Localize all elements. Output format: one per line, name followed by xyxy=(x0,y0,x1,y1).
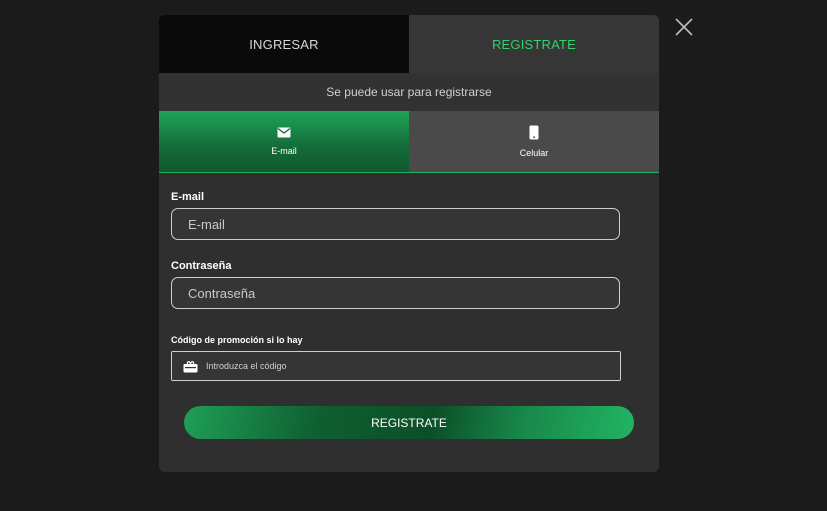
envelope-icon xyxy=(277,127,291,138)
method-email-label: E-mail xyxy=(271,146,297,156)
method-phone-tab[interactable]: Celular xyxy=(409,111,659,172)
tab-login[interactable]: INGRESAR xyxy=(159,15,409,73)
smartphone-icon xyxy=(529,125,539,140)
close-icon[interactable] xyxy=(672,15,696,39)
auth-tabs: INGRESAR REGISTRATE xyxy=(159,15,659,73)
password-input[interactable] xyxy=(171,277,620,309)
gift-icon xyxy=(183,360,198,372)
password-label: Contraseña xyxy=(171,260,232,272)
register-submit-button[interactable]: REGISTRATE xyxy=(184,406,634,439)
register-form: E-mail Contraseña Código de promoción si… xyxy=(159,173,659,439)
email-field-group: E-mail xyxy=(171,191,647,240)
method-email-tab[interactable]: E-mail xyxy=(159,111,409,172)
register-methods: E-mail Celular xyxy=(159,111,659,173)
promo-box[interactable] xyxy=(171,351,621,381)
password-field-group: Contraseña xyxy=(171,260,647,309)
register-subtitle: Se puede usar para registrarse xyxy=(159,73,659,111)
promo-input[interactable] xyxy=(198,352,620,380)
tab-register[interactable]: REGISTRATE xyxy=(409,15,659,73)
email-input[interactable] xyxy=(171,208,620,240)
method-phone-label: Celular xyxy=(519,148,549,158)
promo-field-group: Código de promoción si lo hay xyxy=(171,335,647,381)
email-label: E-mail xyxy=(171,191,205,203)
register-modal: INGRESAR REGISTRATE Se puede usar para r… xyxy=(159,15,659,472)
promo-label: Código de promoción si lo hay xyxy=(171,335,303,345)
